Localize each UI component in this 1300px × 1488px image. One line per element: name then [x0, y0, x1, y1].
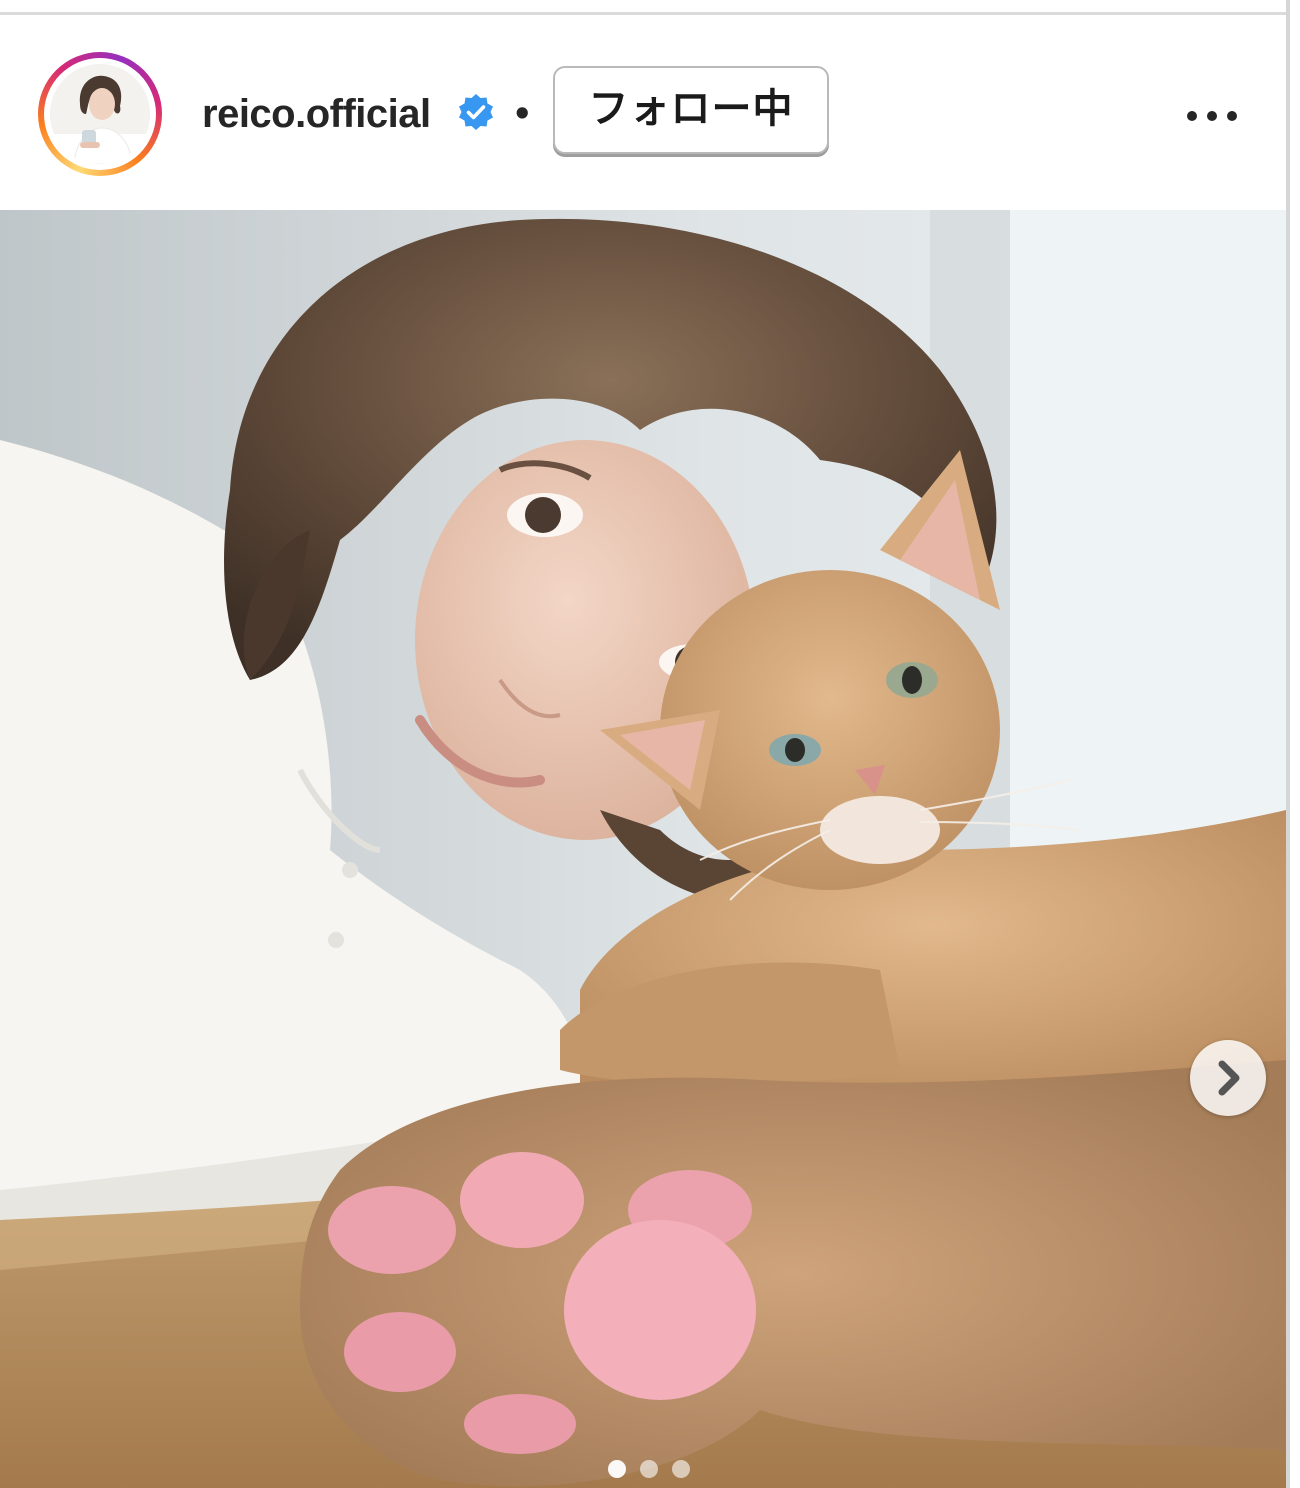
carousel-dot [672, 1460, 690, 1478]
verified-badge-icon [456, 92, 496, 132]
story-ring[interactable] [38, 52, 162, 176]
carousel-dot [640, 1460, 658, 1478]
post-photo[interactable] [0, 210, 1286, 1488]
avatar-image [50, 64, 150, 164]
divider [0, 12, 1286, 15]
separator-dot: • [512, 95, 533, 133]
username-link[interactable]: reico.official [202, 88, 431, 140]
following-button[interactable]: フォロー中 [553, 66, 829, 154]
photo-woman-with-cat [0, 210, 1286, 1488]
avatar[interactable] [50, 64, 150, 164]
scrollbar[interactable] [1286, 0, 1290, 1488]
instagram-post: reico.official • フォロー中 [0, 0, 1300, 1488]
carousel-next-button[interactable] [1190, 1040, 1266, 1116]
carousel-dot-active [608, 1460, 626, 1478]
post-header: reico.official • フォロー中 [0, 16, 1286, 210]
avatar-frame [44, 58, 156, 170]
carousel-indicator [608, 1460, 698, 1480]
more-options-icon[interactable] [1180, 104, 1244, 128]
chevron-right-icon [1218, 1060, 1240, 1096]
